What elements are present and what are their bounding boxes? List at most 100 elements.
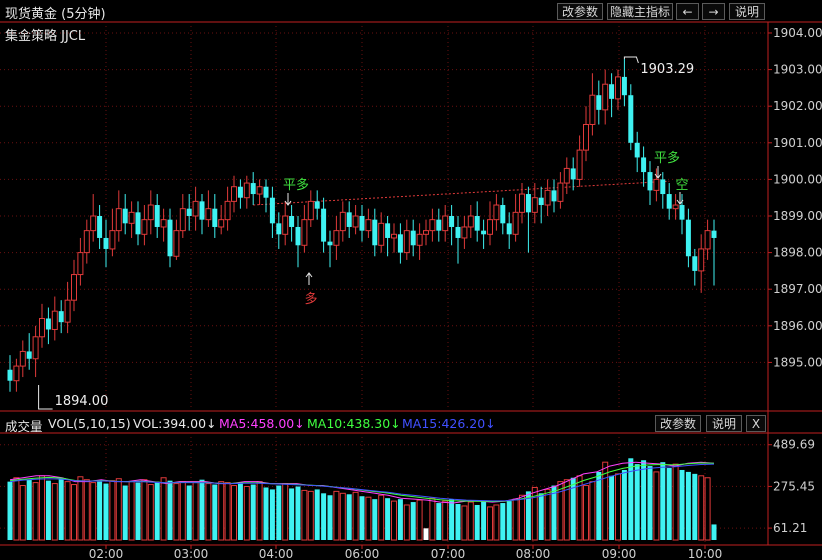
- volume-bar: [372, 499, 378, 540]
- candle-body: [71, 274, 77, 301]
- volume-ma10-line: [9, 462, 715, 503]
- time-tick-label: 06:00: [345, 547, 380, 560]
- volume-bar: [199, 479, 205, 540]
- volume-bar: [295, 486, 301, 540]
- volume-bar: [391, 500, 397, 541]
- candle: [263, 179, 269, 213]
- volume-bar: [13, 477, 20, 541]
- candle-body: [500, 205, 506, 224]
- volume-bar: [385, 498, 391, 540]
- candle-body: [672, 204, 679, 210]
- candle: [461, 216, 468, 249]
- flat-long-signal-label: 平多: [283, 177, 309, 193]
- price-tick-label: 1899.00: [773, 209, 822, 223]
- candle-body: [416, 233, 423, 246]
- long-signal-label: 多: [304, 291, 317, 307]
- candle-body: [544, 189, 551, 206]
- price-tick-label: 1897.00: [773, 282, 822, 296]
- candle: [51, 296, 58, 341]
- candle-body: [307, 200, 314, 221]
- candle: [90, 194, 97, 242]
- candle: [576, 135, 583, 187]
- volume-bar: [237, 483, 243, 540]
- price-tick-label: 1896.00: [773, 319, 822, 333]
- candle: [276, 212, 282, 249]
- volume-bar: [403, 504, 410, 541]
- candle-body: [385, 223, 391, 238]
- candle-body: [192, 200, 199, 217]
- volume-bar: [711, 524, 717, 540]
- volume-bar: [416, 499, 423, 541]
- candle-body: [423, 230, 429, 235]
- volume-bar: [653, 471, 660, 541]
- candle-body: [372, 219, 378, 246]
- volume-bar: [481, 501, 487, 540]
- volume-bar: [359, 496, 365, 540]
- candle: [295, 216, 301, 268]
- candle: [122, 194, 128, 235]
- candle-body: [467, 215, 474, 228]
- candle: [186, 194, 192, 231]
- candle: [97, 205, 103, 249]
- candle-body: [531, 197, 538, 213]
- candle: [378, 212, 385, 253]
- candle-body: [103, 237, 109, 249]
- volume-bar: [135, 482, 141, 540]
- volume-bar: [698, 475, 705, 541]
- volume-bar: [346, 494, 352, 540]
- volume-bar: [97, 481, 103, 540]
- volume-bar: [90, 482, 97, 541]
- volume-bar: [512, 498, 519, 541]
- candle: [135, 201, 141, 246]
- volume-bar: [218, 481, 225, 541]
- candle-body: [628, 95, 634, 143]
- candle-body: [314, 201, 320, 209]
- candle: [141, 205, 148, 246]
- high-marker: [623, 56, 639, 64]
- candle: [224, 186, 231, 231]
- volume-bar: [493, 504, 500, 541]
- price-tick-label: 1904.00: [773, 26, 822, 40]
- volume-bar: [321, 493, 327, 540]
- candle-body: [179, 208, 186, 232]
- volume-bar: [192, 482, 199, 541]
- volume-bar: [500, 503, 506, 540]
- candle: [218, 205, 225, 235]
- volume-bar: [544, 488, 551, 541]
- price-tick-label: 1895.00: [773, 355, 822, 369]
- candle-body: [359, 216, 365, 231]
- volume-bar: [672, 463, 679, 541]
- volume-bar: [423, 528, 429, 540]
- volume-bar: [615, 473, 621, 541]
- volume-bar: [378, 494, 385, 541]
- volume-bar: [7, 481, 13, 540]
- candle-body: [704, 230, 711, 250]
- candle-body: [97, 216, 103, 238]
- candle-body: [160, 219, 167, 228]
- candle-body: [256, 186, 263, 195]
- volume-bar: [173, 483, 180, 541]
- candle-body: [141, 219, 148, 235]
- candle: [615, 69, 621, 110]
- candle: [634, 131, 640, 173]
- volume-bar: [307, 490, 314, 541]
- candle: [237, 179, 243, 209]
- candle: [493, 194, 500, 231]
- candle-body: [455, 226, 461, 238]
- candle-body: [333, 230, 340, 246]
- low-price-label: 1894.00: [55, 394, 109, 409]
- candle-body: [19, 350, 26, 367]
- candle-body: [563, 167, 570, 184]
- candle-body: [660, 179, 666, 195]
- volume-bar: [64, 481, 71, 541]
- volume-bar: [487, 506, 493, 541]
- volume-tick-label: 275.45: [773, 479, 815, 493]
- volume-tick-label: 489.69: [773, 438, 815, 452]
- volume-bar: [647, 466, 653, 540]
- candle: [160, 208, 167, 242]
- candle-body: [135, 212, 141, 235]
- volume-bar: [455, 504, 461, 540]
- candle-body: [109, 230, 116, 250]
- candle: [58, 300, 64, 334]
- candle-body: [487, 219, 493, 235]
